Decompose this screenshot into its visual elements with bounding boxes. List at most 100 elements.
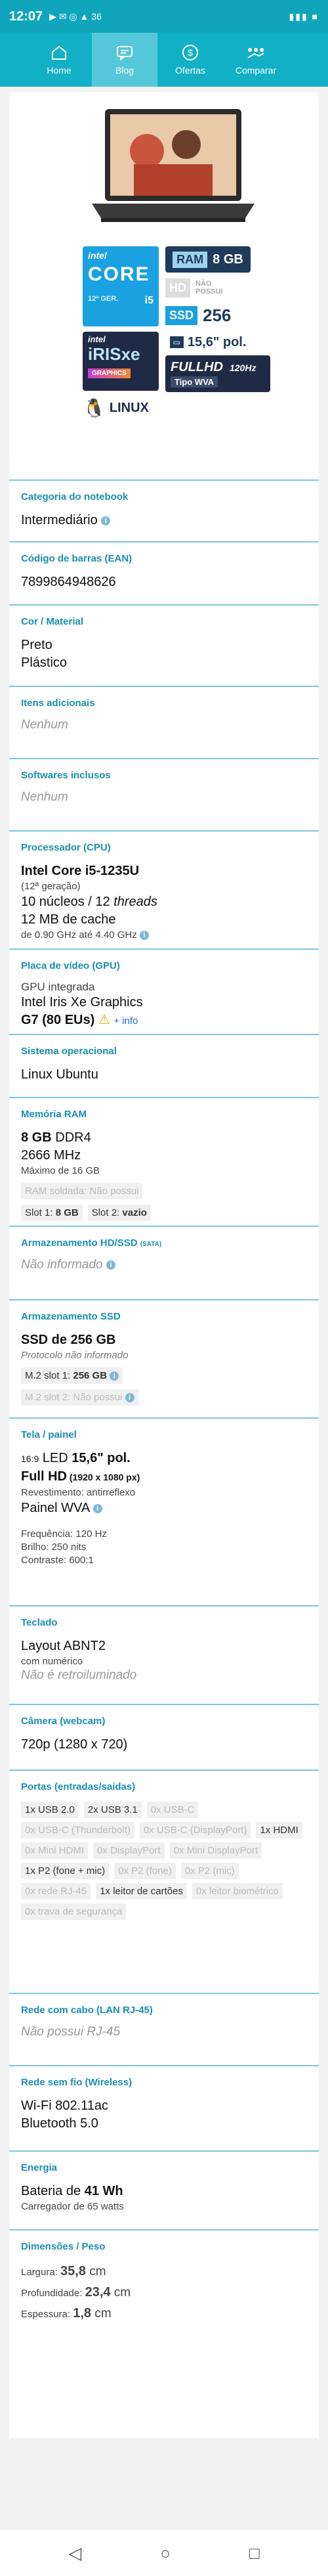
section-title: Categoria do notebook [21, 491, 129, 502]
port-chip: 1x USB 2.0 [21, 1802, 79, 1818]
nav-label: Home [47, 65, 72, 76]
tela-panel: Painel WVA [21, 1501, 90, 1515]
more-info-link[interactable]: + info [113, 1015, 138, 1027]
cpu-cache: 12 MB de cache [21, 912, 116, 927]
port-chip: 0x Mini HDMI [21, 1842, 89, 1859]
categoria-value: Intermediário [21, 513, 98, 527]
info-icon[interactable]: i [125, 1393, 134, 1403]
status-time: 12:07 [9, 9, 43, 24]
ram-slot2: Slot 2: vazio [87, 1205, 151, 1221]
ssd-value: SSD de 256 GB [21, 1333, 116, 1347]
tela-ratio: 16:9 [21, 1454, 39, 1464]
section-title: Energia [21, 2162, 58, 2173]
battery-value: 41 Wh [84, 2184, 123, 2198]
nav-blog[interactable]: Blog [92, 33, 157, 87]
section-camera: Câmera (webcam) 720p (1280 x 720) [9, 1704, 319, 1769]
nav-label: Comparar [235, 65, 277, 76]
camera-value: 720p (1280 x 720) [21, 1737, 128, 1752]
section-title: Memória RAM [21, 1109, 87, 1120]
section-hd: Armazenamento HD/SSD (SATA) Não informad… [9, 1226, 319, 1299]
section-wifi: Rede sem fio (Wireless) Wi-Fi 802.11ac B… [9, 2065, 319, 2150]
port-chip: 0x rede RJ-45 [21, 1883, 91, 1899]
info-icon[interactable]: i [92, 1503, 102, 1513]
laptop-image [92, 109, 255, 222]
product-spec-card: intel CORE 12ª GER. i5 RAM 8 GB HD NÃO P… [9, 92, 319, 2438]
rede-value: Não possui RJ-45 [21, 2025, 121, 2039]
compare-icon [246, 44, 266, 61]
itens-value: Nenhum [21, 718, 68, 732]
home-button-icon[interactable]: ○ [160, 2543, 171, 2564]
section-title: Rede com cabo (LAN RJ-45) [21, 2005, 153, 2016]
info-icon[interactable]: i [139, 931, 149, 941]
ssd-badge: SSD 256 [165, 303, 251, 328]
section-title: Dimensões / Peso [21, 2241, 106, 2252]
top-nav: Home Blog $ Ofertas Comparar [0, 33, 328, 87]
port-chip: 0x leitor biométrico [192, 1883, 283, 1899]
port-chip: 0x USB-C (Thunderbolt) [21, 1822, 134, 1838]
port-chip: 1x HDMI [256, 1822, 302, 1838]
cpu-gen: (12ª geração) [21, 881, 81, 892]
profundidade-value: 23,4 [85, 2285, 111, 2299]
chat-icon [115, 44, 134, 61]
port-chip: 1x P2 (fone + mic) [21, 1863, 110, 1879]
home-icon [49, 44, 69, 61]
port-chip: 0x P2 (mic) [180, 1863, 239, 1879]
section-cpu: Processador (CPU) Intel Core i5-1235U (1… [9, 830, 319, 948]
port-chip: 0x Mini DisplayPort [169, 1842, 262, 1859]
cpu-cores: 10 núcleos / 12 threads [21, 895, 157, 909]
softwares-value: Nenhum [21, 790, 68, 804]
recents-icon[interactable]: □ [249, 2543, 260, 2564]
nav-ofertas[interactable]: $ Ofertas [157, 33, 223, 87]
section-title: Câmera (webcam) [21, 1716, 106, 1727]
ram-type: DDR4 [51, 1130, 91, 1145]
section-title: Armazenamento HD/SSD [21, 1237, 138, 1249]
info-icon[interactable]: i [110, 1371, 119, 1381]
status-bar: 12:07 ▶ ✉ ◎ ▲ 36 ▮▮▮ ■ [0, 0, 328, 33]
nav-label: Ofertas [175, 65, 205, 76]
wifi-value: Wi-Fi 802.11ac [21, 2099, 109, 2113]
cor-value: Preto [21, 638, 52, 652]
section-dimensoes: Dimensões / Peso Largura: 35,8 cm Profun… [9, 2229, 319, 2341]
section-rede: Rede com cabo (LAN RJ-45) Não possui RJ-… [9, 1993, 319, 2065]
largura-value: 35,8 [60, 2264, 86, 2278]
m2-slot1: M.2 slot 1: 256 GB i [21, 1367, 123, 1384]
dollar-icon: $ [180, 44, 200, 61]
info-icon[interactable]: i [101, 516, 111, 525]
ean-value: 7899864948626 [21, 575, 116, 589]
fullhd-badge: FULLHD 120Hz Tipo WVA [165, 355, 270, 392]
section-ssd: Armazenamento SSD SSD de 256 GB Protocol… [9, 1299, 319, 1417]
section-title: Teclado [21, 1617, 58, 1628]
tela-coating: Revestimento: antirreflexo [21, 1487, 136, 1498]
nav-label: Blog [115, 65, 134, 76]
material-value: Plástico [21, 655, 68, 670]
gpu-name: Intel Iris Xe Graphics [21, 995, 143, 1010]
android-nav-bar: ◁ ○ □ [0, 2530, 328, 2576]
hd-badge: HD NÃO POSSUI [165, 275, 251, 300]
nav-home[interactable]: Home [26, 33, 92, 87]
nav-comparar[interactable]: Comparar [223, 33, 289, 87]
port-chip: 0x DisplayPort [93, 1842, 165, 1859]
hd-value: Não informado [21, 1258, 103, 1272]
gpu-eus: G7 (80 EUs) [21, 1013, 95, 1027]
section-title: Tela / painel [21, 1429, 77, 1440]
section-energia: Energia Bateria de 41 Wh Carregador de 6… [9, 2150, 319, 2229]
section-title: Armazenamento SSD [21, 1311, 121, 1322]
teclado-backlit: Não é retroiluminado [21, 1668, 137, 1682]
port-chip: 0x trava de segurança [21, 1903, 127, 1920]
tela-bright: Brilho: 250 nits [21, 1542, 87, 1553]
section-title: Itens adicionais [21, 698, 95, 709]
signal-icon: ▮▮▮ ■ [289, 11, 319, 22]
back-icon[interactable]: ◁ [68, 2543, 81, 2564]
section-title: Softwares inclusos [21, 770, 111, 781]
info-icon[interactable]: i [106, 1260, 115, 1270]
svg-text:$: $ [188, 47, 193, 58]
port-chip: 2x USB 3.1 [83, 1802, 142, 1818]
section-so: Sistema operacional Linux Ubuntu [9, 1034, 319, 1097]
section-title: Cor / Material [21, 616, 84, 627]
bluetooth-value: Bluetooth 5.0 [21, 2116, 98, 2131]
status-icons: ▶ ✉ ◎ ▲ 36 [49, 11, 102, 22]
ssd-protocol: Protocolo não informado [21, 1350, 129, 1361]
ram-max: Máximo de 16 GB [21, 1165, 100, 1176]
port-chip: 0x P2 (fone) [114, 1863, 176, 1879]
gpu-type: GPU integrada [21, 981, 95, 993]
